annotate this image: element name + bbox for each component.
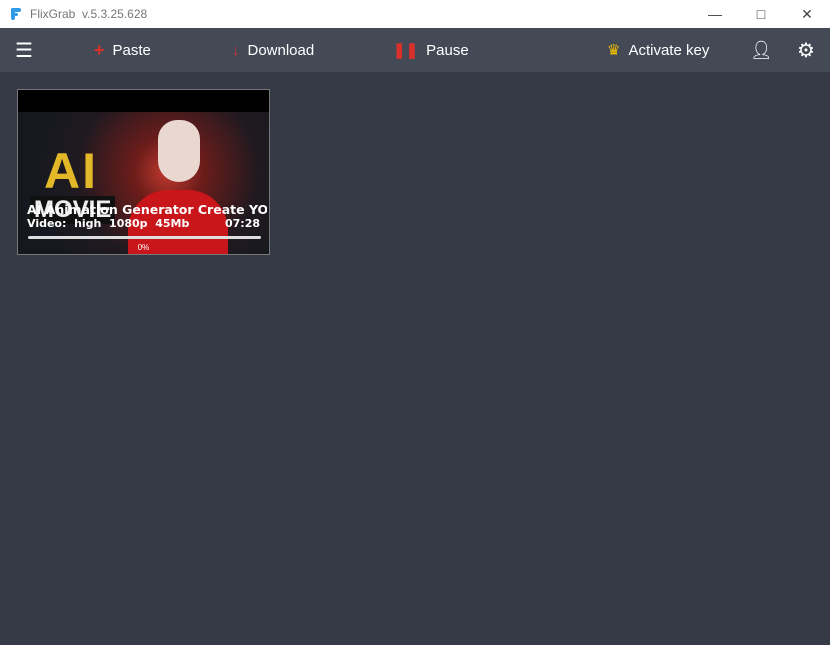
video-thumbnail: AI MOVIE [18, 112, 269, 254]
settings-button[interactable]: ⚙ [797, 28, 815, 72]
video-meta: Video: high 1080p 45Mb 07:28 [27, 217, 260, 230]
activate-key-button[interactable]: ♛ Activate key [607, 28, 709, 72]
title-bar: FlixGrab v.5.3.25.628 — □ ✕ [0, 0, 830, 28]
pause-label: Pause [426, 41, 469, 59]
minimize-button[interactable]: — [692, 0, 738, 28]
account-button[interactable]: 👤︎ [750, 28, 773, 72]
paste-label: Paste [112, 41, 151, 59]
download-button[interactable]: ↓ Download [232, 28, 314, 72]
video-title: AI Animation Generator Create YOU [27, 202, 267, 217]
crown-icon: ♛ [607, 42, 621, 59]
download-arrow-icon: ↓ [232, 41, 240, 59]
hamburger-icon: ☰ [15, 39, 33, 62]
menu-button[interactable]: ☰ [15, 28, 33, 72]
pause-icon: ❚❚ [393, 42, 419, 59]
close-button[interactable]: ✕ [784, 0, 830, 28]
download-label: Download [247, 41, 315, 59]
activate-label: Activate key [628, 41, 710, 59]
duration: 07:28 [224, 217, 260, 230]
flixgrab-logo-icon [10, 8, 22, 20]
app-title: FlixGrab v.5.3.25.628 [30, 7, 148, 21]
download-item[interactable]: AI MOVIE AI Animation Generator Create Y… [17, 89, 270, 255]
progress-bar [28, 236, 261, 239]
gear-icon: ⚙ [797, 39, 815, 62]
plus-icon: + [94, 39, 105, 60]
maximize-button[interactable]: □ [738, 0, 784, 28]
user-icon: 👤︎ [750, 39, 773, 60]
toolbar: ☰ + Paste ↓ Download ❚❚ Pause ♛ Activate key… [0, 28, 830, 72]
progress-percent: 0% [137, 243, 150, 252]
paste-button[interactable]: + Paste [94, 28, 151, 72]
pause-button[interactable]: ❚❚ Pause [393, 28, 469, 72]
